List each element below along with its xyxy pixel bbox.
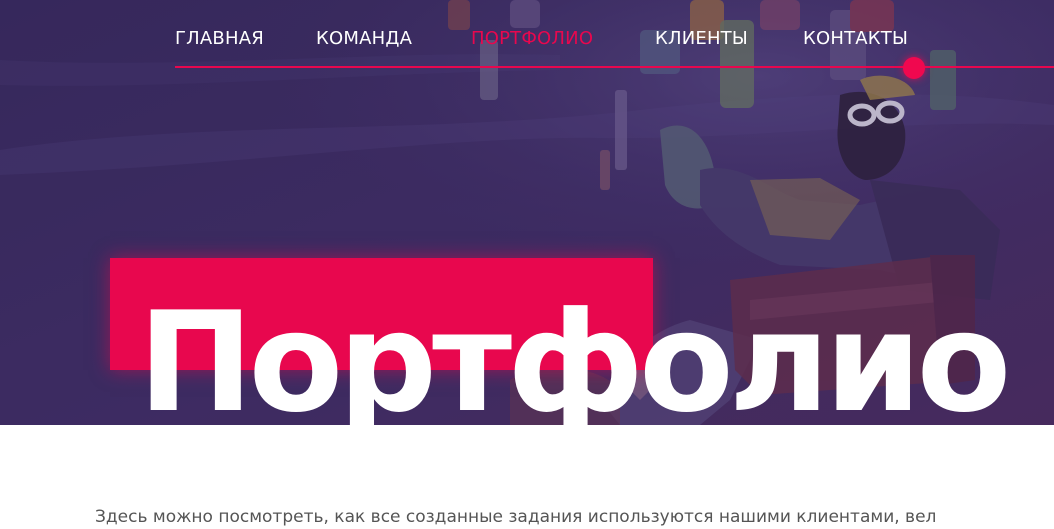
hero-section: ГЛАВНАЯ КОМАНДА ПОРТФОЛИО КЛИЕНТЫ КОНТАК…: [0, 0, 1054, 425]
nav-item-team[interactable]: КОМАНДА: [316, 28, 412, 49]
nav-item-portfolio[interactable]: ПОРТФОЛИО: [471, 28, 593, 49]
nav-item-home[interactable]: ГЛАВНАЯ: [175, 28, 264, 49]
nav-item-clients[interactable]: КЛИЕНТЫ: [655, 28, 748, 49]
nav-active-indicator-dot: [903, 57, 925, 79]
page-title: Портфолио: [138, 282, 1011, 425]
intro-paragraph: Здесь можно посмотреть, как все созданны…: [95, 507, 937, 527]
nav-item-contacts[interactable]: КОНТАКТЫ: [803, 28, 908, 49]
